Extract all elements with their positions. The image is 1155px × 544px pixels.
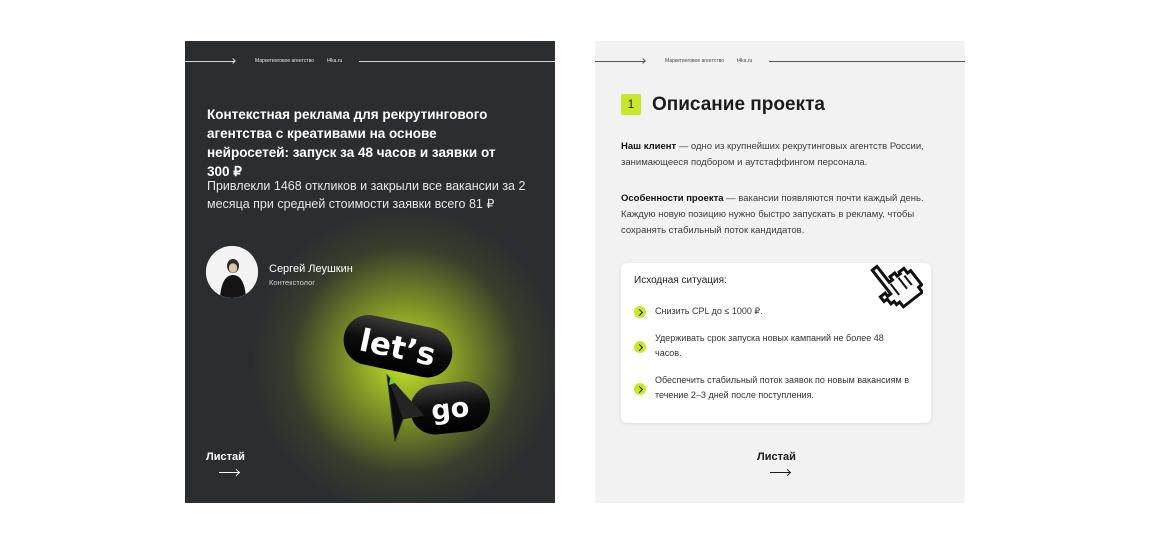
lets-go-illustration: let’s go: [343, 314, 491, 442]
header-site: t4ka.ru: [327, 58, 343, 64]
case-subtitle: Привлекли 1468 откликов и закрыли все ва…: [207, 179, 526, 211]
slide-header: Маркетинговое агентство t4ka.ru: [595, 58, 965, 66]
author-avatar: [206, 246, 258, 298]
header-agency: Маркетинговое агентство: [665, 58, 724, 64]
client-label: Наш клиент: [621, 141, 677, 152]
swipe-arrow-icon[interactable]: [219, 472, 239, 473]
swipe-arrow-icon[interactable]: [770, 472, 790, 473]
features-paragraph: Особенности проекта — вакансии появляютс…: [621, 191, 941, 239]
header-arrow-icon: [640, 58, 646, 64]
header-line-left: [185, 61, 235, 62]
header-line-left: [595, 61, 645, 62]
section-title: Описание проекта: [652, 94, 825, 115]
card-title: Исходная ситуация:: [634, 275, 727, 286]
author-name: Сергей Леушкин: [269, 263, 353, 275]
situation-item: Обеспечить стабильный поток заявок по но…: [655, 375, 910, 400]
section-number-badge: 1: [621, 94, 641, 115]
case-slide-description: Маркетинговое агентство t4ka.ru 1 Описан…: [595, 41, 965, 503]
pill-go: go: [410, 381, 491, 435]
situation-item: Удерживать срок запуска новых кампаний н…: [655, 333, 884, 358]
case-slide-cover: Маркетинговое агентство t4ka.ru Контекст…: [185, 41, 555, 503]
swipe-label: Листай: [206, 451, 245, 463]
person-silhouette-icon: [206, 246, 258, 298]
swipe-label: Листай: [757, 451, 796, 463]
header-site: t4ka.ru: [737, 58, 753, 64]
case-title: Контекстная реклама для рекрутингового а…: [207, 107, 496, 179]
hand-pointer-icon: [870, 264, 923, 309]
features-label: Особенности проекта: [621, 193, 724, 204]
client-paragraph: Наш клиент — одно из крупнейших рекрутин…: [621, 139, 941, 171]
checkmark-icon: [634, 383, 646, 395]
pill-lets: let’s: [343, 314, 453, 378]
header-agency: Маркетинговое агентство: [255, 58, 314, 64]
author-role: Контекстолог: [269, 278, 316, 287]
header-line-right: [769, 61, 965, 62]
slide-header: Маркетинговое агентство t4ka.ru: [185, 58, 555, 66]
header-arrow-icon: [230, 58, 236, 64]
checkmark-icon: [634, 306, 646, 318]
checkmark-icon: [634, 341, 646, 353]
pill-go-text: go: [430, 392, 471, 427]
header-line-right: [359, 61, 555, 62]
